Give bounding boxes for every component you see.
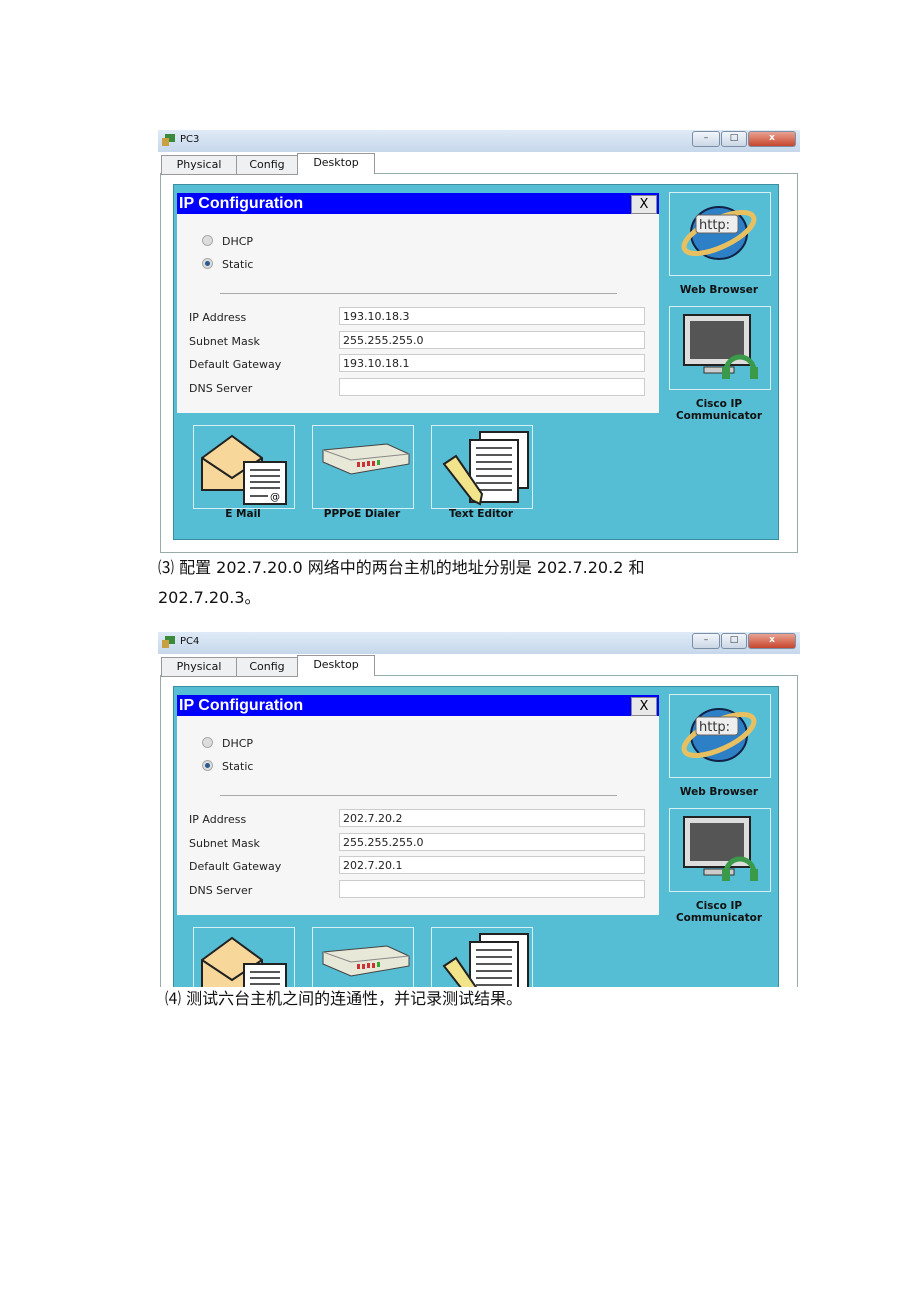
subnet-mask-label: Subnet Mask xyxy=(189,334,260,348)
radio-dhcp[interactable]: DHCP xyxy=(202,235,253,248)
radio-label: DHCP xyxy=(222,235,254,248)
minimize-button[interactable]: – xyxy=(692,633,720,649)
dns-server-label: DNS Server xyxy=(189,883,253,897)
dialog-title: IP Configuration xyxy=(177,193,659,214)
svg-text:http:: http: xyxy=(699,218,730,233)
pc4-window: PC4 – □ x Physical Config Desktop http: Web B… xyxy=(158,632,800,987)
pppoe-dialer-label: PPPoE Dialer xyxy=(323,508,401,520)
email-icon: @ xyxy=(198,930,294,987)
tab-config[interactable]: Config xyxy=(236,155,298,175)
tab-physical[interactable]: Physical xyxy=(161,657,237,677)
default-gateway-input[interactable]: 193.10.18.1 xyxy=(339,354,645,372)
radio-label: DHCP xyxy=(222,737,254,750)
text-editor-label: Text Editor xyxy=(448,508,514,520)
ip-configuration-dialog: IP Configuration X DHCP Static IP Address 202… xyxy=(177,695,659,915)
radio-button[interactable] xyxy=(202,737,213,748)
cisco-ip-communicator-icon xyxy=(674,811,764,889)
radio-dhcp[interactable]: DHCP xyxy=(202,737,253,750)
subnet-mask-input[interactable]: 255.255.255.0 xyxy=(339,832,645,851)
radio-static[interactable]: Static xyxy=(202,258,253,271)
pppoe-dialer-app[interactable] xyxy=(312,425,414,509)
default-gateway-label: Default Gateway xyxy=(189,358,282,371)
pc-icon xyxy=(162,134,175,146)
cisco-ip-communicator-app[interactable] xyxy=(669,808,771,892)
minimize-button[interactable]: – xyxy=(692,131,720,147)
ip-address-label: IP Address xyxy=(189,813,247,826)
text-editor-icon xyxy=(436,930,532,987)
close-button[interactable]: x xyxy=(748,633,796,649)
cisco-ip-communicator-icon xyxy=(674,309,764,387)
ip-address-input[interactable]: 202.7.20.2 xyxy=(339,809,645,827)
divider xyxy=(220,795,617,796)
tab-desktop[interactable]: Desktop xyxy=(297,153,375,174)
cisco-ip-communicator-label: Cisco IP Communicator xyxy=(675,900,763,924)
radio-button[interactable] xyxy=(202,235,213,246)
radio-label: Static xyxy=(222,760,254,773)
maximize-button[interactable]: □ xyxy=(721,131,747,147)
subnet-mask-label: Subnet Mask xyxy=(189,836,260,850)
pppoe-dialer-icon xyxy=(317,930,413,987)
title-bar: PC3 – □ x xyxy=(158,130,800,152)
pppoe-dialer-app[interactable] xyxy=(312,927,414,987)
radio-button[interactable] xyxy=(202,258,213,269)
email-label: E Mail xyxy=(225,508,261,520)
text-editor-app[interactable] xyxy=(431,425,533,509)
email-app[interactable]: @ xyxy=(193,927,295,987)
svg-text:http:: http: xyxy=(699,720,730,735)
web-browser-app[interactable]: http: xyxy=(669,192,771,276)
title-bar: PC4 – □ x xyxy=(158,632,800,654)
subnet-mask-input[interactable]: 255.255.255.0 xyxy=(339,330,645,349)
cisco-ip-communicator-app[interactable] xyxy=(669,306,771,390)
web-browser-label: Web Browser xyxy=(679,284,759,296)
ip-address-label: IP Address xyxy=(189,311,247,324)
step3-text-line1: ⑶ 配置 202.7.20.0 网络中的两台主机的地址分别是 202.7.20.… xyxy=(158,558,645,577)
web-browser-icon: http: xyxy=(674,697,764,771)
dialog-close-button[interactable]: X xyxy=(631,697,657,716)
close-button[interactable]: x xyxy=(748,131,796,147)
dialog-title: IP Configuration xyxy=(177,695,659,716)
dns-server-input[interactable] xyxy=(339,879,645,898)
radio-button[interactable] xyxy=(202,760,213,771)
text-editor-app[interactable] xyxy=(431,927,533,987)
pppoe-dialer-icon xyxy=(317,428,413,492)
tab-physical[interactable]: Physical xyxy=(161,155,237,175)
dns-server-label: DNS Server xyxy=(189,381,253,395)
text-editor-icon xyxy=(436,428,532,512)
default-gateway-input[interactable]: 202.7.20.1 xyxy=(339,856,645,874)
tab-config[interactable]: Config xyxy=(236,657,298,677)
window-title: PC4 xyxy=(180,636,200,647)
email-app[interactable]: @ xyxy=(193,425,295,509)
step4-text: ⑷ 测试六台主机之间的连通性，并记录测试结果。 xyxy=(165,989,523,1008)
cisco-ip-communicator-label: Cisco IP Communicator xyxy=(675,398,763,422)
svg-text:@: @ xyxy=(270,492,280,503)
pc3-window: PC3 – □ x Physical Config Desktop http: Web B… xyxy=(158,130,800,553)
radio-static[interactable]: Static xyxy=(202,760,253,773)
default-gateway-label: Default Gateway xyxy=(189,860,282,873)
web-browser-icon: http: xyxy=(674,195,764,269)
radio-label: Static xyxy=(222,258,254,271)
divider xyxy=(220,293,617,294)
window-title: PC3 xyxy=(180,134,200,145)
pc-icon xyxy=(162,636,175,648)
ip-address-input[interactable]: 193.10.18.3 xyxy=(339,307,645,325)
step3-text-line2: 202.7.20.3。 xyxy=(158,588,261,607)
ip-configuration-dialog: IP Configuration X DHCP Static IP Address 193… xyxy=(177,193,659,413)
email-icon: @ xyxy=(198,428,294,510)
dialog-close-button[interactable]: X xyxy=(631,195,657,214)
web-browser-label: Web Browser xyxy=(679,786,759,798)
dns-server-input[interactable] xyxy=(339,377,645,396)
maximize-button[interactable]: □ xyxy=(721,633,747,649)
web-browser-app[interactable]: http: xyxy=(669,694,771,778)
tab-desktop[interactable]: Desktop xyxy=(297,655,375,676)
